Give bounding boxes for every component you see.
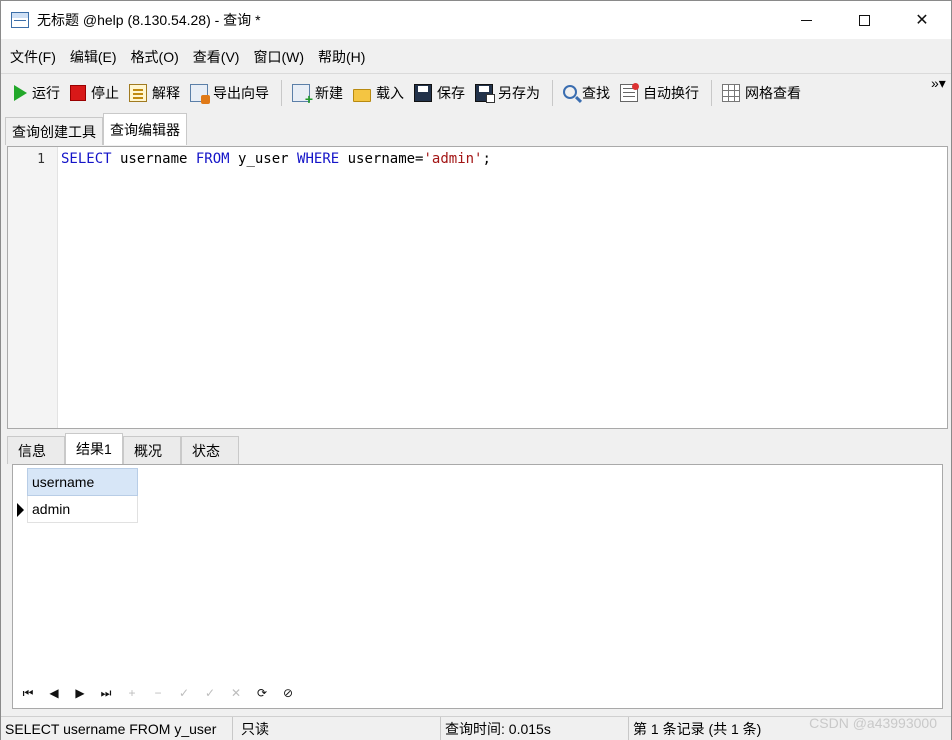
add-record-button[interactable]: + — [119, 682, 145, 704]
toolbar-separator — [281, 80, 282, 106]
app-table-icon — [11, 12, 29, 28]
play-icon — [14, 85, 27, 101]
run-button[interactable]: 运行 — [7, 78, 64, 108]
toolbar: 运行 停止 解释 导出向导 新建 载入 保存 另存为 — [1, 74, 951, 112]
explain-label: 解释 — [152, 85, 180, 101]
save-as-label: 另存为 — [498, 85, 540, 101]
edit-record-button[interactable]: ✓ — [171, 682, 197, 704]
watermark: CSDN @a43993000 — [809, 715, 937, 731]
keyword-select: SELECT — [61, 151, 112, 167]
grid-view-label: 网格查看 — [745, 85, 801, 101]
delete-record-button[interactable]: − — [145, 682, 171, 704]
stop-button[interactable]: 停止 — [66, 78, 123, 108]
table-row[interactable]: admin — [13, 496, 139, 523]
keyword-where: WHERE — [297, 151, 340, 167]
cancel-changes-button[interactable]: ✕ — [223, 682, 249, 704]
next-record-button[interactable]: ▶ — [67, 682, 93, 704]
load-label: 载入 — [376, 85, 404, 101]
window-title: 无标题 @help (8.130.54.28) - 查询 * — [37, 12, 261, 28]
result-grid: username admin ⏮ ◀ ▶ ⏭ + − ✓ ✓ ✕ ⟳ ⊘ — [12, 464, 943, 709]
export-wizard-label: 导出向导 — [213, 85, 269, 101]
menu-format[interactable]: 格式(O) — [124, 47, 186, 67]
minimize-icon — [800, 19, 812, 21]
menu-help[interactable]: 帮助(H) — [311, 47, 372, 67]
word-wrap-icon — [620, 83, 639, 102]
line-number-gutter: 1 — [8, 147, 58, 428]
code-text: username — [111, 151, 196, 167]
word-wrap-label: 自动换行 — [643, 85, 699, 101]
save-label: 保存 — [437, 85, 465, 101]
apply-changes-button[interactable]: ✓ — [197, 682, 223, 704]
tab-info[interactable]: 信息 — [7, 436, 65, 464]
editor-tab-strip: 查询创建工具 查询编辑器 — [1, 113, 951, 145]
save-as-button[interactable]: 另存为 — [471, 78, 544, 108]
code-text: ; — [482, 151, 491, 167]
tab-result-1[interactable]: 结果1 — [65, 433, 123, 464]
current-row-indicator-icon — [13, 502, 27, 517]
result-tab-strip: 信息 结果1 概况 状态 — [7, 433, 948, 464]
tab-query-editor[interactable]: 查询编辑器 — [103, 113, 187, 145]
run-label: 运行 — [32, 85, 60, 101]
menu-view[interactable]: 查看(V) — [186, 47, 247, 67]
load-button[interactable]: 载入 — [349, 78, 408, 108]
maximize-button[interactable] — [835, 1, 893, 39]
save-icon — [414, 84, 432, 102]
new-button[interactable]: 新建 — [288, 78, 347, 108]
toolbar-separator — [552, 80, 553, 106]
menu-bar: 文件(F) 编辑(E) 格式(O) 查看(V) 窗口(W) 帮助(H) — [1, 40, 951, 74]
string-literal: 'admin' — [423, 151, 483, 167]
line-number: 1 — [37, 152, 45, 167]
stop-icon — [70, 85, 86, 101]
menu-window[interactable]: 窗口(W) — [246, 47, 311, 67]
stop-refresh-button[interactable]: ⊘ — [275, 682, 301, 704]
folder-icon — [353, 88, 371, 102]
new-label: 新建 — [315, 85, 343, 101]
record-navigation-bar: ⏮ ◀ ▶ ⏭ + − ✓ ✓ ✕ ⟳ ⊘ — [15, 680, 301, 706]
export-icon — [190, 84, 210, 104]
refresh-button[interactable]: ⟳ — [249, 682, 275, 704]
explain-icon — [129, 84, 147, 102]
code-text: y_user — [229, 151, 298, 167]
status-query-time: 查询时间: 0.015s — [441, 716, 629, 740]
sql-editor[interactable]: 1 SELECT username FROM y_user WHERE user… — [7, 146, 948, 429]
status-sql: SELECT username FROM y_user — [1, 716, 233, 740]
window-controls: ✕ — [777, 1, 951, 39]
last-record-button[interactable]: ⏭ — [93, 682, 119, 704]
tab-status[interactable]: 状态 — [181, 436, 239, 464]
stop-label: 停止 — [91, 85, 119, 101]
table-cell[interactable]: admin — [27, 496, 138, 523]
find-button[interactable]: 查找 — [559, 78, 614, 108]
search-icon — [563, 84, 577, 99]
app-window: 无标题 @help (8.130.54.28) - 查询 * ✕ 文件(F) 编… — [0, 0, 952, 740]
close-button[interactable]: ✕ — [893, 1, 951, 39]
status-readonly: 只读 — [237, 716, 441, 740]
toolbar-overflow-button[interactable]: »▾ — [931, 76, 946, 90]
tab-query-builder[interactable]: 查询创建工具 — [5, 117, 103, 145]
maximize-icon — [858, 14, 870, 26]
tab-profile[interactable]: 概况 — [123, 436, 181, 464]
word-wrap-button[interactable]: 自动换行 — [616, 78, 703, 108]
grid-view-button[interactable]: 网格查看 — [718, 78, 805, 108]
export-wizard-button[interactable]: 导出向导 — [186, 78, 273, 108]
new-query-icon — [292, 84, 313, 107]
keyword-from: FROM — [195, 151, 230, 167]
explain-button[interactable]: 解释 — [125, 78, 184, 108]
title-bar: 无标题 @help (8.130.54.28) - 查询 * ✕ — [1, 1, 951, 39]
save-button[interactable]: 保存 — [410, 78, 469, 108]
menu-file[interactable]: 文件(F) — [3, 47, 63, 67]
column-header-username[interactable]: username — [27, 468, 138, 496]
minimize-button[interactable] — [777, 1, 835, 39]
first-record-button[interactable]: ⏮ — [15, 682, 41, 704]
save-as-icon — [475, 84, 495, 103]
code-text: username= — [339, 151, 424, 167]
previous-record-button[interactable]: ◀ — [41, 682, 67, 704]
grid-icon — [722, 84, 740, 102]
code-line[interactable]: SELECT username FROM y_user WHERE userna… — [61, 151, 491, 167]
close-icon: ✕ — [915, 12, 929, 29]
menu-edit[interactable]: 编辑(E) — [63, 47, 124, 67]
toolbar-separator — [711, 80, 712, 106]
find-label: 查找 — [582, 85, 610, 101]
